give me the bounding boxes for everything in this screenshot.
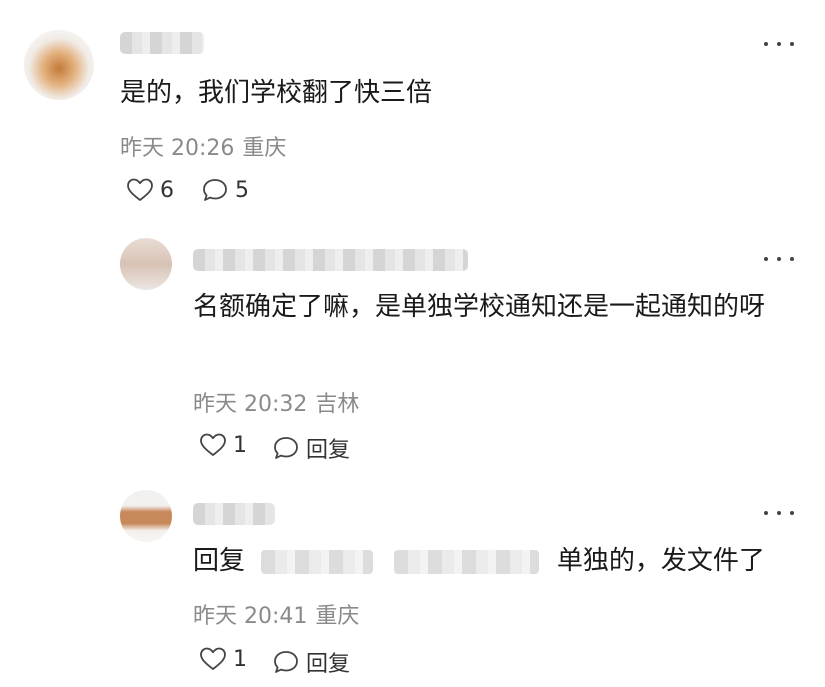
heart-outline-icon — [200, 647, 226, 670]
like-count: 6 — [160, 177, 174, 203]
reply-time: 昨天 20:32 — [193, 392, 308, 417]
reply-text-line: 回复 单独的，发文件了 — [193, 538, 793, 584]
reply-location: 重庆 — [315, 604, 360, 629]
username-blurred[interactable] — [193, 503, 275, 525]
more-options-icon[interactable] — [764, 254, 794, 264]
reply-meta: 昨天 20:41 重庆 — [193, 598, 359, 630]
comment-bubble-icon — [203, 179, 227, 201]
like-count: 1 — [233, 432, 247, 458]
avatar[interactable] — [24, 30, 94, 100]
mention-blurred[interactable] — [393, 549, 539, 574]
reply-prefix: 回复 — [193, 546, 246, 576]
more-options-icon[interactable] — [764, 39, 794, 49]
reply-time: 昨天 20:41 — [193, 604, 308, 629]
comment-text: 是的，我们学校翻了快三倍 — [120, 78, 433, 108]
reply-label: 回复 — [306, 652, 351, 677]
comment-meta: 昨天 20:26 重庆 — [120, 130, 286, 162]
comment-bubble-icon — [274, 437, 298, 459]
avatar[interactable] — [120, 490, 172, 542]
heart-outline-icon — [200, 433, 226, 456]
reply-count-button[interactable]: 5 — [201, 177, 249, 203]
username-blurred[interactable] — [193, 249, 468, 271]
heart-outline-icon — [127, 178, 153, 201]
username-blurred[interactable] — [120, 32, 204, 54]
comment-bubble-icon — [274, 651, 298, 673]
reply-label: 回复 — [306, 438, 351, 463]
like-count: 1 — [233, 646, 247, 672]
reply-button[interactable]: 回复 — [272, 432, 350, 464]
reply-meta: 昨天 20:32 吉林 — [193, 386, 359, 418]
more-options-icon[interactable] — [764, 508, 794, 518]
comment-time: 昨天 20:26 — [120, 136, 235, 161]
reply-text: 名额确定了嘛，是单独学校通知还是一起通知的呀 — [193, 292, 766, 322]
reply-text: 单独的，发文件了 — [556, 546, 765, 576]
like-button[interactable]: 1 — [199, 432, 247, 458]
reply-location: 吉林 — [315, 392, 360, 417]
comment-location: 重庆 — [242, 136, 287, 161]
avatar[interactable] — [120, 238, 172, 290]
reply-count: 5 — [235, 177, 249, 203]
mention-blurred[interactable] — [261, 549, 374, 574]
like-button[interactable]: 6 — [126, 177, 174, 203]
like-button[interactable]: 1 — [199, 646, 247, 672]
reply-button[interactable]: 回复 — [272, 646, 350, 678]
